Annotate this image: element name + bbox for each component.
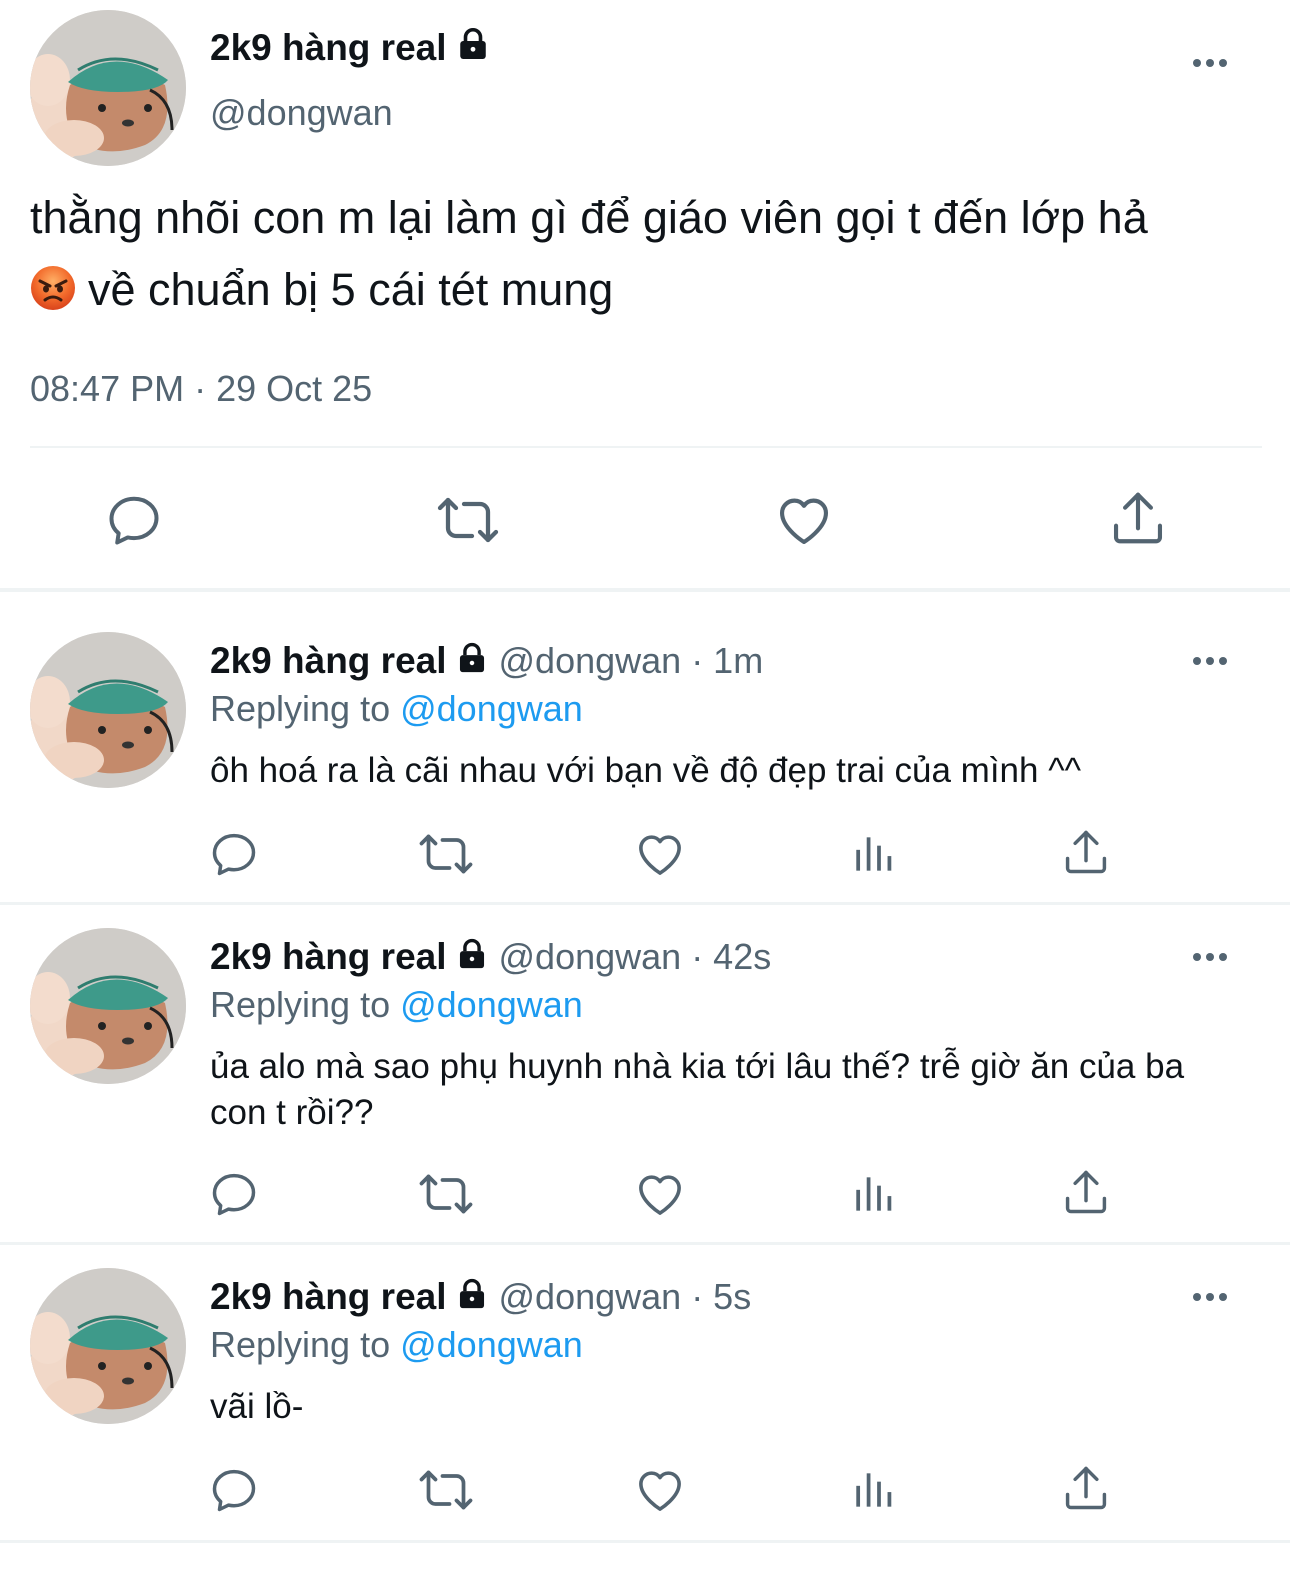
like-button[interactable]	[632, 826, 688, 882]
share-button[interactable]	[1058, 824, 1114, 880]
replying-to-label: Replying to	[210, 984, 401, 1025]
tweet-text-line1: thằng nhõi con m lại làm gì để giáo viên…	[30, 192, 1148, 243]
author-name-text: 2k9 hàng real	[210, 27, 447, 68]
lock-icon	[455, 937, 489, 971]
retweet-icon	[418, 1166, 474, 1222]
avatar-image	[30, 1268, 186, 1424]
reply-icon	[208, 1168, 260, 1220]
replying-to-mention[interactable]: @dongwan	[400, 688, 583, 729]
reply-icon	[208, 828, 260, 880]
reply-divider	[0, 902, 1290, 905]
author-handle-time: @dongwan · 5s	[498, 1276, 752, 1317]
reply-icon	[104, 490, 164, 550]
reply-divider	[0, 1242, 1290, 1245]
share-button[interactable]	[1058, 1164, 1114, 1220]
replying-to: Replying to @dongwan	[210, 1324, 583, 1366]
tweet-text: thằng nhõi con m lại làm gì để giáo viên…	[30, 182, 1280, 326]
divider	[30, 446, 1262, 448]
lock-icon	[455, 1277, 489, 1311]
replying-to-label: Replying to	[210, 688, 401, 729]
reply-text: vãi lồ-	[210, 1387, 304, 1426]
heart-icon	[633, 1463, 687, 1517]
share-icon	[1060, 1166, 1112, 1218]
retweet-icon	[418, 1462, 474, 1518]
reply-header: 2k9 hàng real @dongwan · 5s	[210, 1276, 751, 1318]
more-icon	[1190, 654, 1230, 668]
reply-text: ôh hoá ra là cãi nhau với bạn về độ đẹp …	[210, 751, 1082, 790]
author-name[interactable]: 2k9 hàng real	[210, 26, 491, 69]
views-icon	[849, 1169, 899, 1219]
like-button[interactable]	[770, 486, 838, 554]
author-name[interactable]: 2k9 hàng real	[210, 640, 447, 681]
share-icon	[1060, 1462, 1112, 1514]
more-button[interactable]	[1190, 950, 1230, 964]
replying-to: Replying to @dongwan	[210, 688, 583, 730]
retweet-button[interactable]	[418, 826, 474, 882]
more-icon	[1190, 56, 1230, 70]
replying-to: Replying to @dongwan	[210, 984, 583, 1026]
reply-divider	[0, 1540, 1290, 1543]
reply-button[interactable]	[206, 1166, 262, 1222]
views-button[interactable]	[846, 826, 902, 882]
reply-button[interactable]	[100, 486, 168, 554]
avatar-image	[30, 928, 186, 1084]
tweet-text-line2: về chuẩn bị 5 cái tét mung	[30, 254, 1280, 326]
avatar[interactable]	[30, 1268, 186, 1424]
like-button[interactable]	[632, 1462, 688, 1518]
views-button[interactable]	[846, 1462, 902, 1518]
more-button[interactable]	[1190, 56, 1230, 70]
more-icon	[1190, 1290, 1230, 1304]
author-handle[interactable]: @dongwan	[210, 92, 393, 134]
replying-to-mention[interactable]: @dongwan	[400, 1324, 583, 1365]
lock-icon	[455, 26, 491, 62]
views-button[interactable]	[846, 1166, 902, 1222]
retweet-button[interactable]	[434, 486, 502, 554]
author-name[interactable]: 2k9 hàng real	[210, 1276, 447, 1317]
like-button[interactable]	[632, 1166, 688, 1222]
heart-icon	[633, 1167, 687, 1221]
reply-button[interactable]	[206, 1462, 262, 1518]
avatar[interactable]	[30, 632, 186, 788]
share-button[interactable]	[1104, 484, 1172, 552]
section-divider	[0, 588, 1290, 592]
author-name[interactable]: 2k9 hàng real	[210, 936, 447, 977]
lock-icon	[455, 641, 489, 675]
retweet-icon	[436, 488, 500, 552]
reply-icon	[208, 1464, 260, 1516]
more-icon	[1190, 950, 1230, 964]
retweet-button[interactable]	[418, 1462, 474, 1518]
views-icon	[849, 1465, 899, 1515]
avatar-image	[30, 632, 186, 788]
reply-header: 2k9 hàng real @dongwan · 1m	[210, 640, 763, 682]
author-handle-time: @dongwan · 42s	[498, 936, 772, 977]
avatar[interactable]	[30, 928, 186, 1084]
author-handle-time: @dongwan · 1m	[498, 640, 764, 681]
more-button[interactable]	[1190, 654, 1230, 668]
avatar-image	[30, 10, 186, 166]
share-button[interactable]	[1058, 1460, 1114, 1516]
reply-header: 2k9 hàng real @dongwan · 42s	[210, 936, 771, 978]
reply-button[interactable]	[206, 826, 262, 882]
reply-text: ủa alo mà sao phụ huynh nhà kia tới lâu …	[210, 1047, 1185, 1132]
heart-icon	[773, 489, 835, 551]
angry-face-emoji	[31, 266, 75, 310]
retweet-button[interactable]	[418, 1166, 474, 1222]
replying-to-mention[interactable]: @dongwan	[400, 984, 583, 1025]
share-icon	[1060, 826, 1112, 878]
retweet-icon	[418, 826, 474, 882]
tweet-text-line2-text: về chuẩn bị 5 cái tét mung	[88, 264, 614, 315]
tweet-timestamp[interactable]: 08:47 PM · 29 Oct 25	[30, 368, 372, 410]
heart-icon	[633, 827, 687, 881]
share-icon	[1107, 487, 1169, 549]
replying-to-label: Replying to	[210, 1324, 401, 1365]
more-button[interactable]	[1190, 1290, 1230, 1304]
avatar[interactable]	[30, 10, 186, 166]
views-icon	[849, 829, 899, 879]
